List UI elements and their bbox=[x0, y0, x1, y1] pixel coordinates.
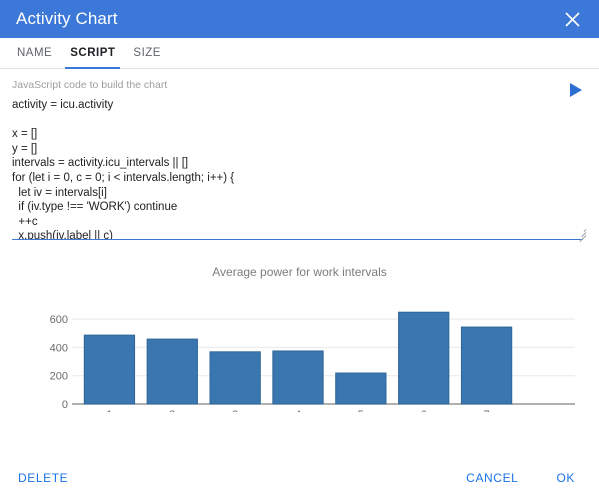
svg-text:200: 200 bbox=[50, 371, 68, 383]
activity-chart-dialog: Activity Chart NAME SCRIPT SIZE JavaScri… bbox=[0, 0, 599, 500]
tab-script[interactable]: SCRIPT bbox=[61, 38, 124, 69]
code-wrap bbox=[12, 98, 587, 243]
textarea-resize-handle[interactable] bbox=[576, 228, 587, 243]
script-code-input[interactable] bbox=[12, 98, 583, 240]
svg-text:3: 3 bbox=[232, 409, 238, 412]
svg-text:2: 2 bbox=[169, 409, 175, 412]
tab-name[interactable]: NAME bbox=[8, 38, 61, 68]
dialog-tabs: NAME SCRIPT SIZE bbox=[0, 38, 599, 69]
svg-text:600: 600 bbox=[50, 314, 68, 326]
delete-button[interactable]: DELETE bbox=[16, 465, 70, 491]
svg-text:1: 1 bbox=[106, 409, 112, 412]
dialog-title: Activity Chart bbox=[16, 9, 118, 28]
svg-text:0: 0 bbox=[62, 399, 68, 411]
play-icon[interactable] bbox=[563, 77, 589, 103]
chart-title: Average power for work intervals bbox=[212, 265, 387, 279]
svg-text:5: 5 bbox=[358, 409, 364, 412]
bar-chart: 0 200 400 600 1 2 3 4 5 6 7 bbox=[0, 292, 599, 412]
dialog-footer: DELETE CANCEL OK bbox=[0, 456, 599, 500]
svg-text:400: 400 bbox=[50, 342, 68, 354]
svg-text:7: 7 bbox=[484, 409, 490, 412]
dialog-titlebar: Activity Chart bbox=[0, 0, 599, 38]
svg-text:6: 6 bbox=[421, 409, 427, 412]
ok-button[interactable]: OK bbox=[554, 465, 577, 491]
footer-right-actions: CANCEL OK bbox=[464, 465, 585, 491]
cancel-button[interactable]: CANCEL bbox=[464, 465, 520, 491]
chart-section: Average power for work intervals 0 200 400… bbox=[0, 240, 599, 456]
script-hint-label: JavaScript code to build the chart bbox=[12, 79, 168, 91]
svg-text:4: 4 bbox=[295, 409, 301, 412]
tab-size[interactable]: SIZE bbox=[124, 38, 170, 68]
script-editor-section: JavaScript code to build the chart bbox=[0, 69, 599, 243]
close-icon[interactable] bbox=[559, 6, 585, 32]
